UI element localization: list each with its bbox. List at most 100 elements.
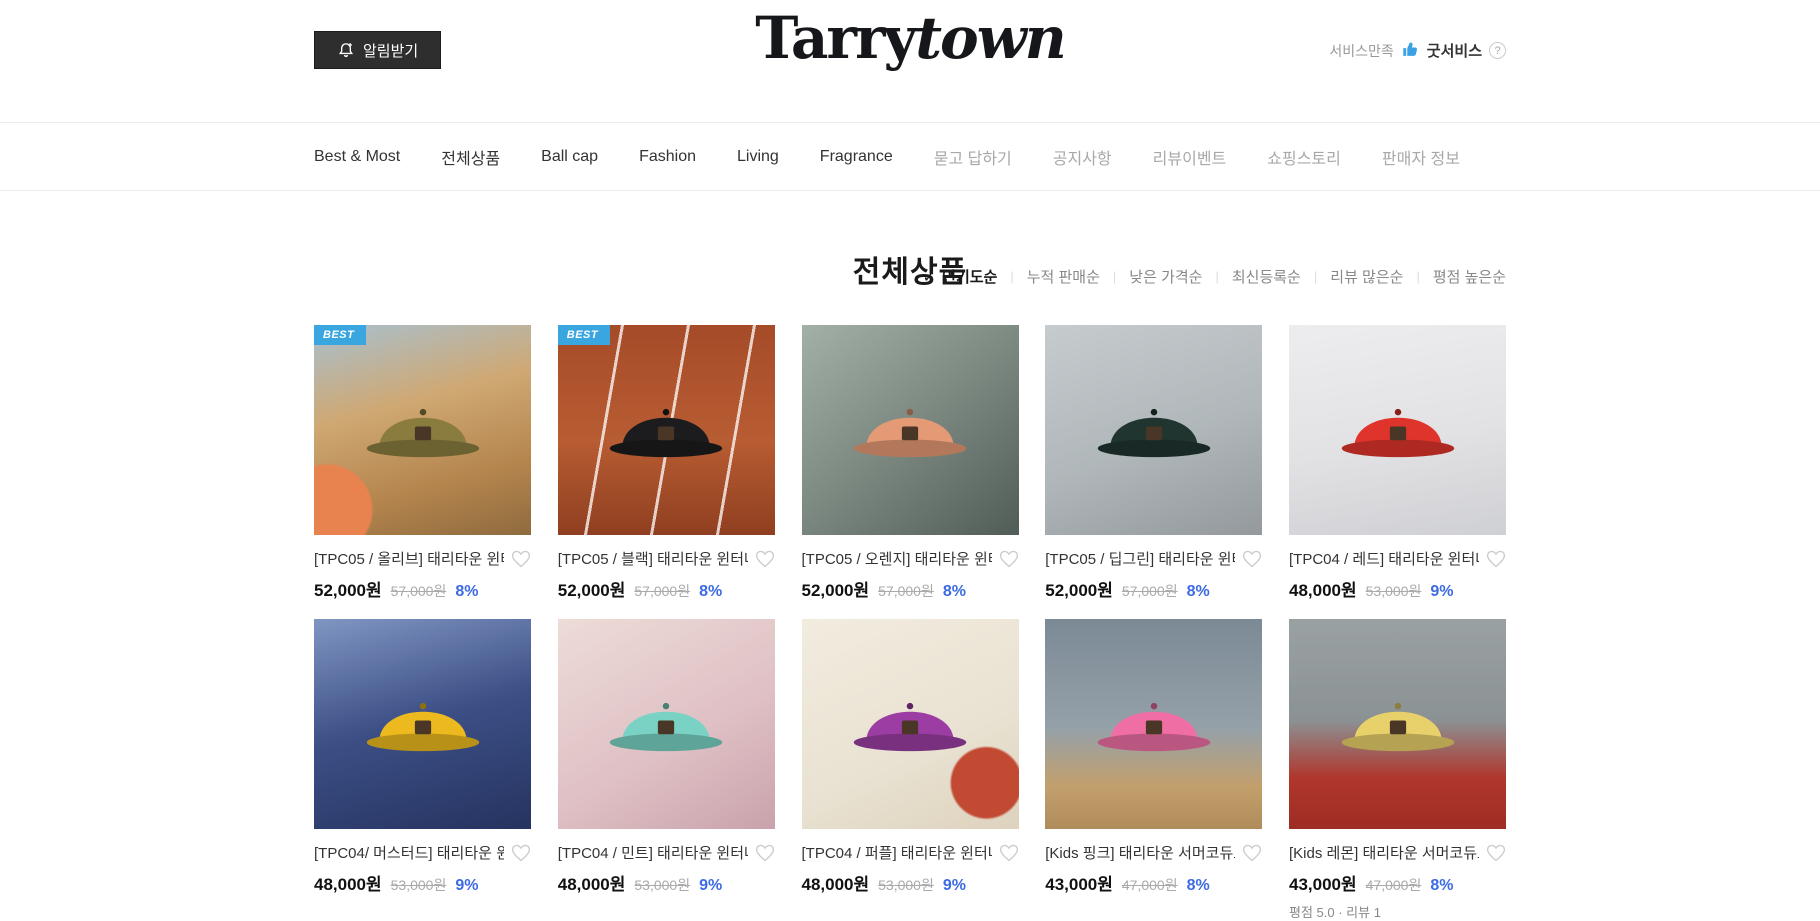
notify-button[interactable]: 알림받기 xyxy=(314,31,441,69)
product-card[interactable]: [Kids 레몬] 태리타운 서머코듀로이 ... 43,000원 47,000… xyxy=(1289,619,1506,921)
product-image[interactable] xyxy=(1045,619,1262,829)
product-name-row: [Kids 레몬] 태리타운 서머코듀로이 ... xyxy=(1289,842,1506,863)
nav-item-Best & Most: Best & Most xyxy=(314,148,400,166)
product-original-price: 57,000원 xyxy=(634,581,690,601)
product-card[interactable]: [TPC05 / 오렌지] 태리타운 윈터나일... 52,000원 57,00… xyxy=(802,325,1019,601)
product-name-row: [TPC04 / 민트] 태리타운 윈터나일론... xyxy=(558,842,775,863)
product-card[interactable]: [TPC04/ 머스터드] 태리타운 윈터나... 48,000원 53,000… xyxy=(314,619,531,921)
product-title: [TPC05 / 블랙] 태리타운 윈터나일론... xyxy=(558,548,748,569)
product-original-price: 47,000원 xyxy=(1122,875,1178,895)
wishlist-heart-icon[interactable] xyxy=(511,550,531,568)
nav-link[interactable]: Fashion xyxy=(639,148,696,165)
best-badge: BEST xyxy=(558,325,610,345)
product-discount: 8% xyxy=(455,583,478,601)
cap-logo-patch xyxy=(658,721,674,735)
product-card[interactable]: [TPC04 / 민트] 태리타운 윈터나일론... 48,000원 53,00… xyxy=(558,619,775,921)
sort-option-누적 판매순[interactable]: 누적 판매순 xyxy=(1027,266,1100,287)
wishlist-heart-icon[interactable] xyxy=(999,550,1019,568)
product-original-price: 53,000원 xyxy=(391,875,447,895)
nav-item-공지사항: 공지사항 xyxy=(1053,145,1112,169)
product-title: [TPC05 / 딥그린] 태리타운 윈터나일... xyxy=(1045,548,1235,569)
cap-illustration xyxy=(348,390,498,478)
sort-option-최신등록순[interactable]: 최신등록순 xyxy=(1232,266,1301,287)
cap-logo-patch xyxy=(902,427,918,441)
product-price-row: 52,000원 57,000원 8% xyxy=(1045,576,1262,601)
product-discount: 9% xyxy=(1430,583,1453,601)
product-title: [TPC04/ 머스터드] 태리타운 윈터나... xyxy=(314,842,504,863)
product-price-row: 52,000원 57,000원 8% xyxy=(802,576,1019,601)
product-card[interactable]: [TPC05 / 딥그린] 태리타운 윈터나일... 52,000원 57,00… xyxy=(1045,325,1262,601)
sort-separator: | xyxy=(1113,269,1116,284)
product-original-price: 57,000원 xyxy=(878,581,934,601)
product-name-row: [TPC05 / 오렌지] 태리타운 윈터나일... xyxy=(802,548,1019,569)
sort-option-인기도순[interactable]: 인기도순 xyxy=(942,266,997,287)
wishlist-heart-icon[interactable] xyxy=(511,844,531,862)
best-badge: BEST xyxy=(314,325,366,345)
nav-link[interactable]: Ball cap xyxy=(541,148,598,165)
product-image[interactable] xyxy=(1045,325,1262,535)
wishlist-heart-icon[interactable] xyxy=(1486,844,1506,862)
product-image[interactable] xyxy=(802,325,1019,535)
product-discount: 8% xyxy=(1430,877,1453,895)
nav-link[interactable]: 판매자 정보 xyxy=(1382,151,1460,168)
nav-item-Fashion: Fashion xyxy=(639,148,696,166)
wishlist-heart-icon[interactable] xyxy=(999,844,1019,862)
product-price: 43,000원 xyxy=(1045,870,1113,895)
product-card[interactable]: [TPC04 / 레드] 태리타운 윈터나일론... 48,000원 53,00… xyxy=(1289,325,1506,601)
cap-illustration xyxy=(1323,684,1473,772)
nav-link[interactable]: 전체상품 xyxy=(441,151,500,168)
product-price: 52,000원 xyxy=(314,576,382,601)
nav-item-전체상품: 전체상품 xyxy=(441,145,500,169)
sort-option-평점 높은순[interactable]: 평점 높은순 xyxy=(1433,266,1506,287)
nav-link[interactable]: 묻고 답하기 xyxy=(934,151,1012,168)
product-price: 48,000원 xyxy=(1289,576,1357,601)
cap-illustration xyxy=(835,684,985,772)
help-icon[interactable]: ? xyxy=(1489,42,1506,59)
product-price: 43,000원 xyxy=(1289,870,1357,895)
main-content: 전체상품 ✓인기도순|누적 판매순|낮은 가격순|최신등록순|리뷰 많은순|평점… xyxy=(314,247,1506,921)
sort-option-낮은 가격순[interactable]: 낮은 가격순 xyxy=(1129,266,1202,287)
product-discount: 8% xyxy=(1187,583,1210,601)
nav-link[interactable]: 공지사항 xyxy=(1053,151,1112,168)
nav-link[interactable]: Fragrance xyxy=(820,148,893,165)
product-image[interactable] xyxy=(1289,325,1506,535)
product-name-row: [TPC05 / 딥그린] 태리타운 윈터나일... xyxy=(1045,548,1262,569)
cap-illustration xyxy=(591,684,741,772)
product-image[interactable] xyxy=(802,619,1019,829)
product-discount: 8% xyxy=(699,583,722,601)
product-name-row: [TPC04/ 머스터드] 태리타운 윈터나... xyxy=(314,842,531,863)
product-price-row: 48,000원 53,000원 9% xyxy=(1289,576,1506,601)
product-title: [TPC04 / 민트] 태리타운 윈터나일론... xyxy=(558,842,748,863)
product-name-row: [TPC04 / 퍼플] 태리타운 윈터나일론... xyxy=(802,842,1019,863)
nav-link[interactable]: Best & Most xyxy=(314,148,400,165)
product-image[interactable] xyxy=(558,619,775,829)
site-logo[interactable]: Tarrytown xyxy=(755,4,1065,72)
product-image[interactable]: BEST xyxy=(314,325,531,535)
nav-link[interactable]: Living xyxy=(737,148,779,165)
product-image[interactable] xyxy=(1289,619,1506,829)
product-card[interactable]: BEST [TPC05 / 올리브] 태리타운 윈터나일... 52,000원 … xyxy=(314,325,531,601)
product-price-row: 43,000원 47,000원 8% xyxy=(1289,870,1506,895)
nav-link[interactable]: 리뷰이벤트 xyxy=(1153,151,1227,168)
wishlist-heart-icon[interactable] xyxy=(1242,550,1262,568)
wishlist-heart-icon[interactable] xyxy=(755,844,775,862)
product-title: [TPC04 / 레드] 태리타운 윈터나일론... xyxy=(1289,548,1479,569)
nav-link[interactable]: 쇼핑스토리 xyxy=(1267,151,1341,168)
cap-logo-patch xyxy=(1146,721,1162,735)
product-image[interactable] xyxy=(314,619,531,829)
product-image[interactable]: BEST xyxy=(558,325,775,535)
wishlist-heart-icon[interactable] xyxy=(1242,844,1262,862)
wishlist-heart-icon[interactable] xyxy=(1486,550,1506,568)
service-rating: 서비스만족 굿서비스 ? xyxy=(1329,40,1506,61)
wishlist-heart-icon[interactable] xyxy=(755,550,775,568)
nav-item-판매자 정보: 판매자 정보 xyxy=(1382,145,1460,169)
product-card[interactable]: [Kids 핑크] 태리타운 서머코듀로이 ... 43,000원 47,000… xyxy=(1045,619,1262,921)
product-discount: 9% xyxy=(943,877,966,895)
main-nav: Best & Most 전체상품 Ball cap Fashion Living… xyxy=(0,122,1820,191)
product-card[interactable]: [TPC04 / 퍼플] 태리타운 윈터나일론... 48,000원 53,00… xyxy=(802,619,1019,921)
product-rating: 평점 5.0 · 리뷰 1 xyxy=(1289,902,1506,921)
sort-option-리뷰 많은순[interactable]: 리뷰 많은순 xyxy=(1330,266,1403,287)
product-card[interactable]: BEST [TPC05 / 블랙] 태리타운 윈터나일론... 52,000원 … xyxy=(558,325,775,601)
cap-logo-patch xyxy=(658,427,674,441)
service-badge: 굿서비스 xyxy=(1427,40,1482,61)
